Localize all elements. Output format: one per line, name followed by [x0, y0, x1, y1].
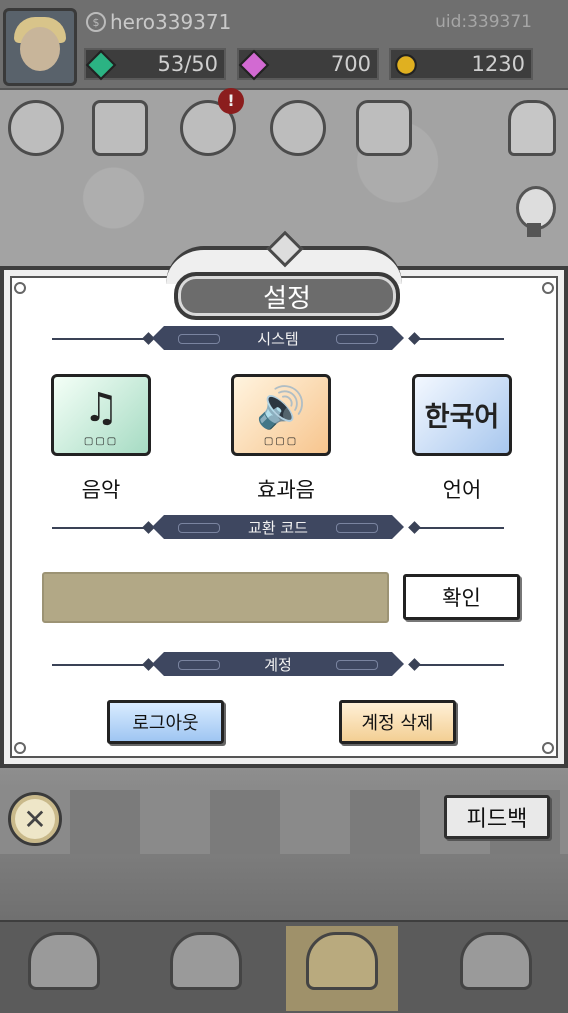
language-icon: 한국어 [424, 402, 500, 433]
tab-shop[interactable] [8, 926, 120, 1011]
mail-icon [92, 100, 148, 156]
link-icon [356, 100, 412, 156]
wreath-icon [270, 100, 326, 156]
redeem-code-input[interactable] [42, 572, 389, 623]
share-nav-button[interactable] [352, 100, 416, 156]
settings-nav-button[interactable] [4, 100, 68, 156]
section-line [52, 527, 146, 529]
armor-icon [170, 932, 242, 990]
section-header-code: 교환 코드 [52, 515, 504, 541]
nickname-text: hero339371 [110, 10, 232, 34]
mail-nav-button[interactable] [88, 100, 152, 156]
gear-icon [8, 100, 64, 156]
music-note-icon: ♫ [83, 385, 119, 431]
corner-rivet [14, 742, 26, 754]
avatar-face [20, 27, 60, 71]
shop-icon [28, 932, 100, 990]
section-header-account: 계정 [52, 652, 504, 678]
confirm-button[interactable]: 확인 [403, 574, 520, 620]
tab-battle[interactable] [286, 926, 398, 1011]
dialog-title: 설정 [174, 272, 400, 320]
section-line [52, 664, 146, 666]
currency-icon: $ [86, 12, 106, 32]
pink-gem-counter: 700 [237, 48, 379, 81]
section-line [418, 664, 504, 666]
gold-coin-icon [395, 54, 417, 76]
green-gem-icon [85, 49, 117, 81]
crossed-swords-icon [306, 932, 378, 990]
gold-value: 1230 [471, 52, 525, 76]
music-toggle-button[interactable]: ♫ ▢▢▢ [51, 374, 151, 456]
close-button[interactable]: ✕ [8, 792, 62, 846]
nickname: $ hero339371 [86, 10, 231, 34]
notification-badge: ! [218, 88, 244, 114]
speaker-icon: 🔊 [256, 385, 306, 431]
feedback-button[interactable]: 피드백 [444, 795, 550, 839]
section-title-account: 계정 [152, 652, 404, 676]
pink-gem-value: 700 [330, 52, 371, 76]
volume-level-indicator: ▢▢▢ [83, 436, 119, 447]
language-label: 언어 [442, 478, 482, 502]
sound-effect-toggle-button[interactable]: 🔊 ▢▢▢ [231, 374, 331, 456]
close-icon: ✕ [23, 804, 47, 835]
section-title-system: 시스템 [152, 326, 404, 350]
avatar[interactable] [3, 8, 77, 86]
section-line [52, 338, 146, 340]
achievement-nav-button[interactable] [266, 100, 330, 156]
uid-label: uid:339371 [435, 12, 532, 32]
language-button[interactable]: 한국어 [412, 374, 512, 456]
hero-hat-icon [460, 932, 532, 990]
tab-equipment[interactable] [150, 926, 262, 1011]
top-bar: $ hero339371 uid:339371 53/50 700 1230 [0, 0, 568, 90]
corner-rivet [542, 742, 554, 754]
logout-button[interactable]: 로그아웃 [107, 700, 224, 744]
section-title-code: 교환 코드 [152, 515, 404, 539]
section-header-system: 시스템 [52, 326, 504, 352]
corner-rivet [14, 282, 26, 294]
section-line [418, 338, 504, 340]
volume-level-indicator: ▢▢▢ [263, 436, 299, 447]
delete-account-button[interactable]: 계정 삭제 [339, 700, 456, 744]
music-label: 음악 [81, 478, 121, 502]
bulb-icon[interactable] [516, 186, 556, 237]
home-icon[interactable] [508, 100, 556, 156]
corner-rivet [542, 282, 554, 294]
tab-hero[interactable] [440, 926, 552, 1011]
section-line [418, 527, 504, 529]
energy-value: 53/50 [157, 52, 218, 76]
gold-counter: 1230 [389, 48, 533, 80]
sound-effect-label: 효과음 [257, 478, 315, 502]
pink-gem-icon [238, 49, 270, 81]
energy-counter: 53/50 [84, 48, 226, 81]
